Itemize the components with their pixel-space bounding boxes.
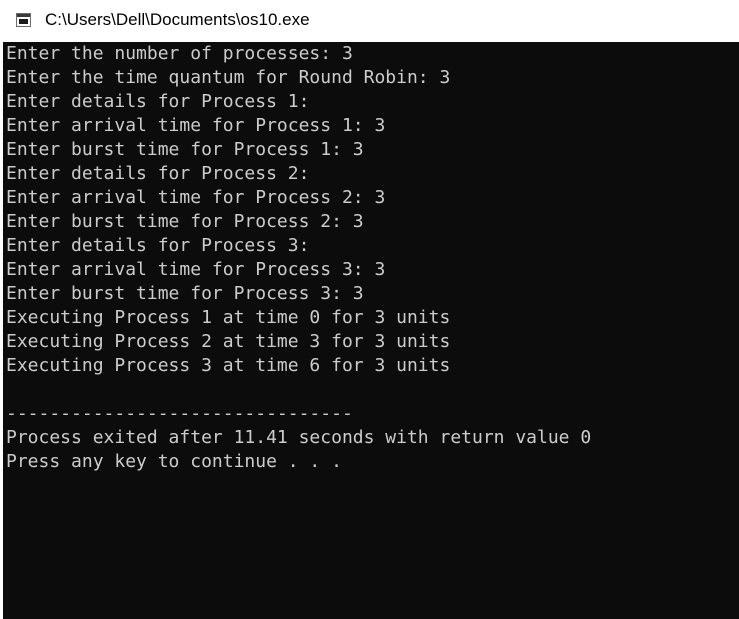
console-line-burst-process-2: Enter burst time for Process 2: 3	[6, 211, 364, 232]
console-line-input-process-count: Enter the number of processes: 3	[6, 43, 353, 64]
console-output-area[interactable]: Enter the number of processes: 3 Enter t…	[0, 42, 739, 619]
console-window: C:\Users\Dell\Documents\os10.exe Enter t…	[0, 0, 739, 619]
console-line-executing-process-3: Executing Process 3 at time 6 for 3 unit…	[6, 355, 451, 376]
console-line-arrival-process-1: Enter arrival time for Process 1: 3	[6, 115, 386, 136]
console-line-burst-process-3: Enter burst time for Process 3: 3	[6, 283, 364, 304]
console-line-details-process-3: Enter details for Process 3:	[6, 235, 310, 256]
console-line-blank	[6, 378, 591, 402]
console-line-input-time-quantum: Enter the time quantum for Round Robin: …	[6, 67, 451, 88]
console-line-arrival-process-2: Enter arrival time for Process 2: 3	[6, 187, 386, 208]
console-line-executing-process-2: Executing Process 2 at time 3 for 3 unit…	[6, 331, 451, 352]
window-title: C:\Users\Dell\Documents\os10.exe	[45, 10, 310, 29]
console-line-arrival-process-3: Enter arrival time for Process 3: 3	[6, 259, 386, 280]
console-line-details-process-1: Enter details for Process 1:	[6, 91, 310, 112]
title-bar[interactable]: C:\Users\Dell\Documents\os10.exe	[0, 0, 739, 42]
console-left-edge	[0, 42, 3, 619]
console-line-press-any-key: Press any key to continue . . .	[6, 451, 342, 472]
console-line-burst-process-1: Enter burst time for Process 1: 3	[6, 139, 364, 160]
console-line-process-exited: Process exited after 11.41 seconds with …	[6, 427, 592, 448]
console-line-separator: --------------------------------	[6, 403, 353, 424]
console-line-details-process-2: Enter details for Process 2:	[6, 163, 310, 184]
console-app-icon[interactable]	[16, 13, 31, 27]
console-lines: Enter the number of processes: 3 Enter t…	[6, 42, 591, 474]
console-line-executing-process-1: Executing Process 1 at time 0 for 3 unit…	[6, 307, 451, 328]
